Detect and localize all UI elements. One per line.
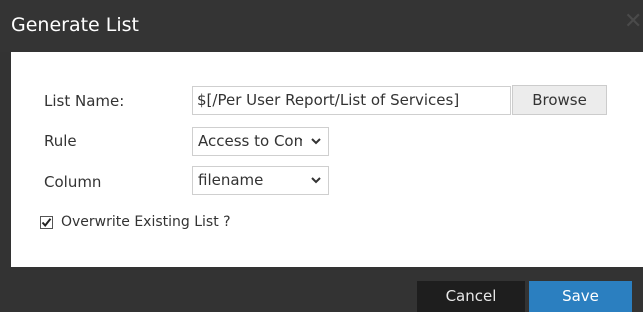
dialog-title: Generate List (11, 14, 139, 36)
column-label: Column (44, 173, 102, 191)
check-icon (41, 218, 52, 228)
close-icon[interactable]: ✕ (624, 10, 642, 34)
chevron-down-icon (311, 138, 321, 145)
generate-list-dialog: Generate List ✕ List Name: $[/Per User R… (0, 0, 643, 312)
rule-select-value: Access to Computer (198, 132, 302, 150)
chevron-down-icon (311, 177, 321, 184)
rule-select[interactable]: Access to Computer (192, 127, 329, 156)
overwrite-label: Overwrite Existing List ? (61, 214, 231, 230)
list-name-input[interactable]: $[/Per User Report/List of Services] (192, 86, 511, 115)
browse-button[interactable]: Browse (512, 85, 607, 115)
list-name-label: List Name: (44, 92, 125, 110)
overwrite-checkbox[interactable] (40, 216, 53, 229)
rule-label: Rule (44, 132, 77, 150)
dialog-titlebar: Generate List ✕ (0, 0, 643, 52)
save-button[interactable]: Save (529, 281, 632, 312)
column-select-value: filename (198, 171, 264, 189)
column-select[interactable]: filename (192, 166, 329, 195)
cancel-button[interactable]: Cancel (417, 281, 525, 312)
